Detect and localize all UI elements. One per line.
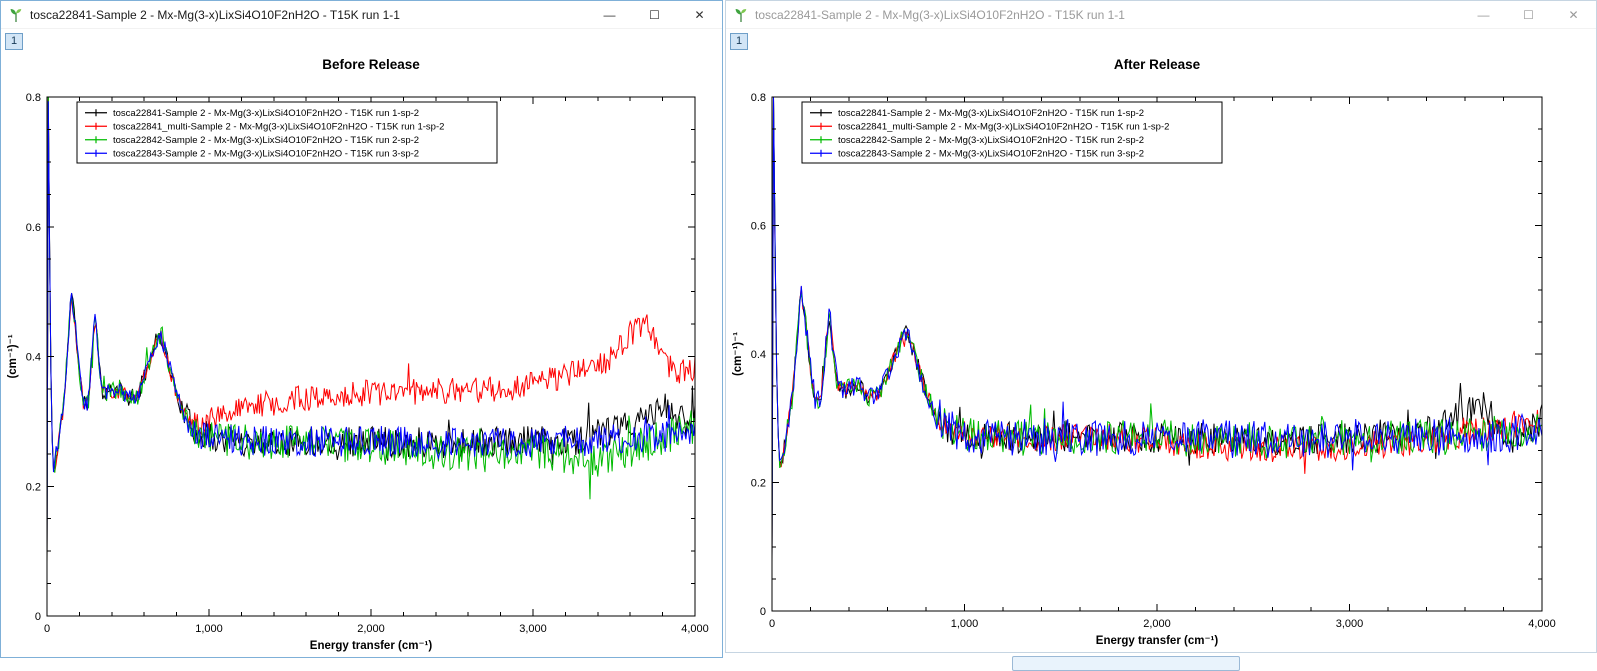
titlebar[interactable]: tosca22841-Sample 2 - Mx-Mg(3-x)LixSi4O1… [726,1,1596,29]
x-tick-label: 3,000 [519,623,547,635]
series-group [772,97,1542,563]
y-tick-label: 0.8 [751,92,766,104]
window-title: tosca22841-Sample 2 - Mx-Mg(3-x)LixSi4O1… [30,8,400,22]
y-tick-label: 0.4 [26,352,41,364]
maximize-button[interactable]: ☐ [632,1,677,28]
legend-entry-label: tosca22842-Sample 2 - Mx-Mg(3-x)LixSi4O1… [113,135,419,146]
app-icon [733,7,749,23]
spectrum-plot: After Release 0 1,000 2,000 3,000 4,000 0 0.2 0.… [726,29,1596,652]
minimize-icon: — [604,8,616,22]
x-tick-label: 1,000 [195,623,223,635]
minimize-button[interactable]: — [1461,1,1506,28]
maximize-icon: ☐ [1523,8,1534,22]
maximize-button[interactable]: ☐ [1506,1,1551,28]
series-line-1 [47,99,695,563]
series-line-2 [47,97,695,564]
series-line-3 [772,97,1542,560]
y-tick-label: 0.2 [26,481,41,493]
plot-canvas-before[interactable]: Before Release 0 1,000 2,000 3,000 4,000 0 0.2 0… [1,29,722,657]
minimize-icon: — [1478,8,1490,22]
axis-ticks [47,97,695,616]
chart-title: After Release [1114,57,1201,72]
legend-entry-label: tosca22842-Sample 2 - Mx-Mg(3-x)LixSi4O1… [838,135,1144,146]
series-line-0 [772,98,1542,563]
plot-frame [772,97,1542,611]
plot-window-after: tosca22841-Sample 2 - Mx-Mg(3-x)LixSi4O1… [725,0,1597,653]
y-tick-label: 0 [760,606,766,618]
close-icon: ✕ [1568,8,1578,22]
legend-entry-label: tosca22841_multi-Sample 2 - Mx-Mg(3-x)Li… [113,121,444,132]
layer-badge[interactable]: 1 [730,33,748,50]
window-controls: — ☐ ✕ [587,1,722,28]
y-tick-label: 0.2 [751,478,766,490]
y-axis-label: (cm⁻¹)⁻¹ [732,332,744,376]
x-tick-label: 3,000 [1336,618,1364,630]
y-tick-label: 0.6 [26,222,41,234]
series-line-3 [47,101,695,560]
plot-client-area: 1 After Release 0 1,000 2,000 3,000 4,000 0 0.2… [726,29,1596,652]
maximize-icon: ☐ [649,8,660,22]
x-tick-label: 1,000 [951,618,979,630]
spectrum-plot: Before Release 0 1,000 2,000 3,000 4,000 0 0.2 0… [1,29,722,657]
chart-title: Before Release [322,57,420,72]
y-tick-label: 0.6 [751,221,766,233]
y-axis-label: (cm⁻¹)⁻¹ [7,334,19,378]
plot-window-before: tosca22841-Sample 2 - Mx-Mg(3-x)LixSi4O1… [0,0,723,658]
x-tick-label: 0 [44,623,50,635]
series-line-2 [772,97,1542,557]
legend-entry-label: tosca22841-Sample 2 - Mx-Mg(3-x)LixSi4O1… [838,108,1144,119]
plot-canvas-after[interactable]: After Release 0 1,000 2,000 3,000 4,000 0 0.2 0.… [726,29,1596,652]
y-tick-label: 0 [35,611,41,623]
plot-frame [47,97,695,616]
window-title: tosca22841-Sample 2 - Mx-Mg(3-x)LixSi4O1… [755,8,1125,22]
titlebar[interactable]: tosca22841-Sample 2 - Mx-Mg(3-x)LixSi4O1… [1,1,722,29]
x-tick-label: 4,000 [681,623,709,635]
legend-box: tosca22841-Sample 2 - Mx-Mg(3-x)LixSi4O1… [77,102,497,163]
x-axis-label: Energy transfer (cm⁻¹) [310,640,433,652]
layer-badge[interactable]: 1 [5,33,23,50]
axis-ticks [772,97,1542,611]
close-icon: ✕ [694,8,704,22]
minimize-button[interactable]: — [587,1,632,28]
close-button[interactable]: ✕ [677,1,722,28]
legend-entry-label: tosca22841_multi-Sample 2 - Mx-Mg(3-x)Li… [838,121,1169,132]
legend-entry-label: tosca22843-Sample 2 - Mx-Mg(3-x)LixSi4O1… [113,148,419,159]
x-tick-label: 2,000 [357,623,385,635]
background-window-edge [1012,656,1240,671]
series-line-1 [772,100,1542,557]
window-controls: — ☐ ✕ [1461,1,1596,28]
x-tick-label: 0 [769,618,775,630]
x-tick-label: 2,000 [1143,618,1171,630]
legend-box: tosca22841-Sample 2 - Mx-Mg(3-x)LixSi4O1… [802,102,1222,163]
close-button[interactable]: ✕ [1551,1,1596,28]
series-group [47,97,695,564]
legend-entry-label: tosca22843-Sample 2 - Mx-Mg(3-x)LixSi4O1… [838,148,1144,159]
y-tick-label: 0.4 [751,349,766,361]
plot-client-area: 1 Before Release 0 1,000 2,000 3,000 4,000 0 0.… [1,29,722,657]
legend-entry-label: tosca22841-Sample 2 - Mx-Mg(3-x)LixSi4O1… [113,108,419,119]
y-tick-label: 0.8 [26,92,41,104]
app-icon [8,7,24,23]
x-axis-label: Energy transfer (cm⁻¹) [1096,635,1219,647]
series-line-0 [47,97,695,564]
x-tick-label: 4,000 [1528,618,1556,630]
